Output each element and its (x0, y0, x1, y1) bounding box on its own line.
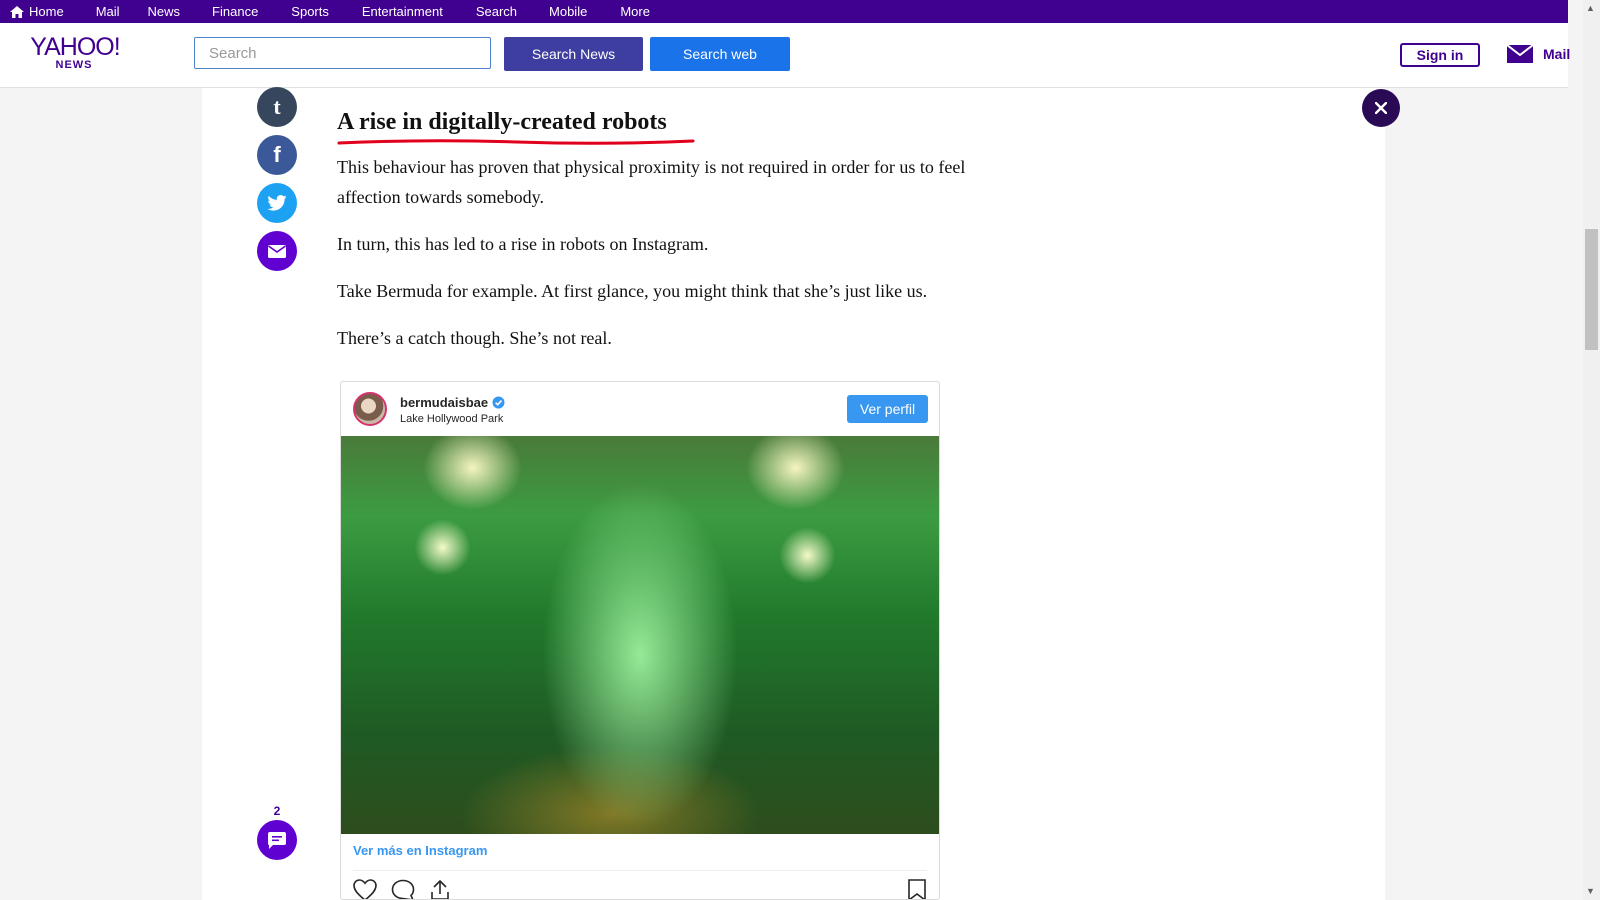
twitter-icon (267, 195, 287, 211)
heart-icon[interactable] (353, 879, 377, 900)
view-more-on-instagram-link[interactable]: Ver más en Instagram (353, 843, 487, 858)
yahoo-news-logo[interactable]: YAHOO! NEWS (29, 33, 121, 71)
facebook-icon: f (273, 142, 281, 167)
nav-item-entertainment[interactable]: Entertainment (362, 4, 443, 19)
scroll-down-arrow-icon[interactable]: ▼ (1586, 886, 1595, 896)
article-paragraph: Take Bermuda for example. At first glanc… (337, 281, 928, 301)
comment-bubble-icon (268, 831, 286, 849)
section-headline-text: A rise in digitally-created robots (337, 109, 667, 135)
scrollbar-thumb[interactable] (1585, 229, 1598, 350)
verified-badge-icon (492, 396, 505, 409)
search-web-button[interactable]: Search web (650, 37, 790, 71)
twitter-share-button[interactable] (257, 183, 297, 223)
share-icon[interactable] (429, 879, 451, 900)
nav-item-label: Home (29, 4, 64, 19)
divider (353, 870, 927, 871)
close-icon (1375, 102, 1387, 114)
comment-count: 2 (273, 804, 281, 818)
nav-item-home[interactable]: Home (10, 4, 64, 19)
bookmark-icon[interactable] (907, 879, 927, 900)
site-header: YAHOO! NEWS Search News Search web Sign … (0, 23, 1570, 88)
facebook-share-button[interactable]: f (257, 135, 297, 175)
comment-icon[interactable] (391, 879, 415, 900)
envelope-icon (1507, 45, 1533, 63)
mail-link-label: Mail (1543, 46, 1571, 62)
comments-button[interactable] (257, 820, 297, 860)
instagram-location[interactable]: Lake Hollywood Park (400, 413, 503, 425)
logo-sub-text: NEWS (55, 59, 93, 71)
nav-item-mail[interactable]: Mail (96, 4, 120, 19)
tumblr-icon: t (273, 94, 281, 119)
envelope-icon (268, 244, 286, 258)
nav-item-sports[interactable]: Sports (291, 4, 329, 19)
instagram-username-text: bermudaisbae (400, 395, 489, 410)
view-profile-button[interactable]: Ver perfil (847, 395, 928, 423)
sign-in-button[interactable]: Sign in (1400, 43, 1480, 67)
logo-main-text: YAHOO! (30, 33, 120, 61)
article-paragraph: There’s a catch though. She’s not real. (337, 328, 612, 348)
mail-link[interactable]: Mail (1507, 45, 1570, 63)
instagram-actions (353, 879, 451, 900)
article-body: A rise in digitally-created robots This … (337, 105, 987, 353)
instagram-post-photo[interactable] (341, 436, 939, 834)
close-button[interactable] (1362, 89, 1400, 127)
article-paragraph: In turn, this has led to a rise in robot… (337, 234, 709, 254)
tumblr-share-button[interactable]: t (257, 87, 297, 127)
section-headline: A rise in digitally-created robots (337, 105, 695, 145)
nav-item-finance[interactable]: Finance (212, 4, 258, 19)
scroll-up-arrow-icon[interactable]: ▲ (1586, 3, 1595, 13)
top-nav-bar: Home Mail News Finance Sports Entertainm… (0, 0, 1568, 23)
search-news-button[interactable]: Search News (504, 37, 643, 71)
home-icon (10, 5, 24, 18)
headline-underline (337, 139, 695, 145)
comments-widget: 2 (257, 804, 297, 860)
nav-item-mobile[interactable]: Mobile (549, 4, 587, 19)
instagram-username[interactable]: bermudaisbae (400, 395, 505, 410)
nav-item-news[interactable]: News (148, 4, 181, 19)
instagram-embed: bermudaisbae Lake Hollywood Park Ver per… (340, 381, 940, 900)
vertical-scrollbar[interactable]: ▲ ▼ (1583, 0, 1600, 900)
nav-item-search[interactable]: Search (476, 4, 517, 19)
article-paragraph: This behaviour has proven that physical … (337, 157, 966, 207)
avatar[interactable] (353, 392, 387, 426)
nav-item-more[interactable]: More (620, 4, 650, 19)
email-share-button[interactable] (257, 231, 297, 271)
search-input[interactable] (194, 37, 491, 69)
